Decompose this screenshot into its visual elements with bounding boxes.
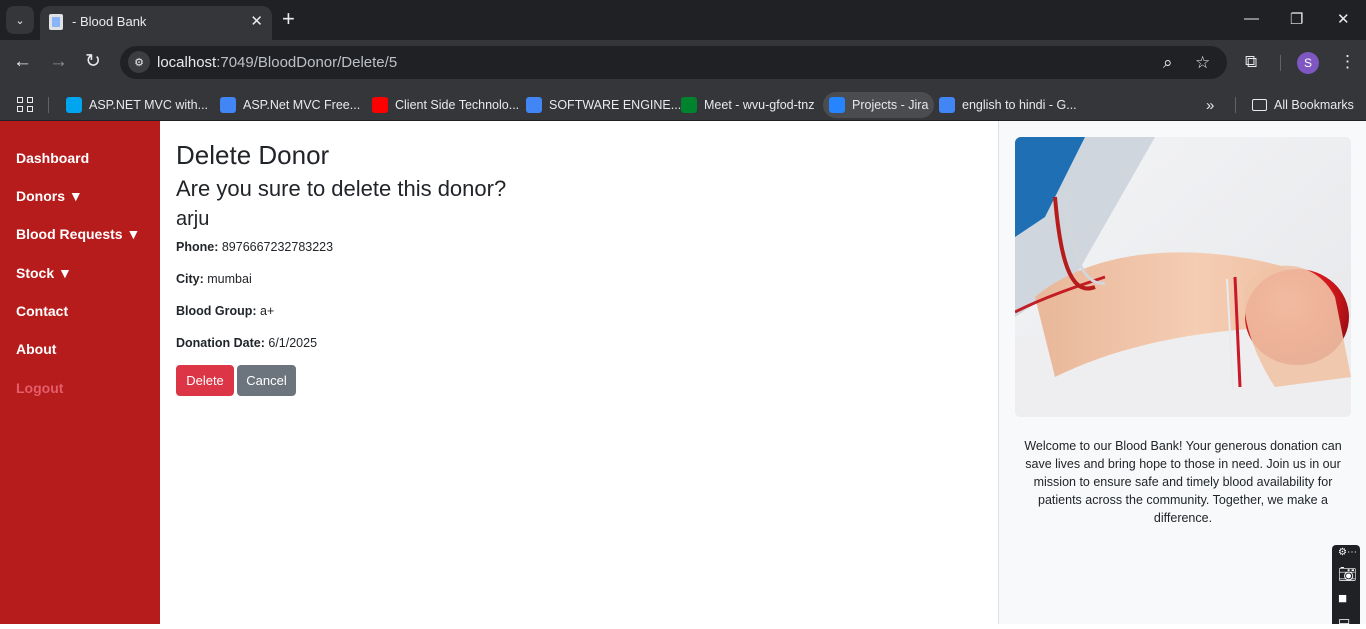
back-arrow-icon[interactable]: ← xyxy=(13,52,32,72)
sidebar-item-dashboard[interactable]: Dashboard xyxy=(16,150,89,166)
restore-icon[interactable]: ❐ xyxy=(1290,10,1303,28)
extensions-puzzle-icon[interactable]: ⧉ xyxy=(1245,52,1257,72)
screenshot-camera-icon[interactable]: 📷︎ xyxy=(1338,565,1357,583)
url-host: localhost xyxy=(157,54,217,71)
sidebar-item-donors[interactable]: Donors ▼ xyxy=(16,188,83,204)
bookmark-label: ASP.Net MVC Free... xyxy=(243,98,361,112)
bookmark-item[interactable]: ASP.Net MVC Free... xyxy=(214,92,366,118)
reload-icon[interactable]: ↻ xyxy=(85,52,101,72)
delete-button[interactable]: Delete xyxy=(176,365,234,396)
page-content: Dashboard Donors ▼ Blood Requests ▼ Stoc… xyxy=(0,121,1366,624)
forward-arrow-icon[interactable]: → xyxy=(49,52,68,72)
city-label: City: xyxy=(176,272,204,286)
blood-group-field: Blood Group: a+ xyxy=(176,304,274,318)
sidebar-item-blood-requests[interactable]: Blood Requests ▼ xyxy=(16,226,140,242)
address-bar[interactable]: ⚙ localhost:7049/BloodDonor/Delete/5 ⌕ ☆ xyxy=(120,46,1227,79)
all-bookmarks-label: All Bookmarks xyxy=(1274,98,1354,112)
right-panel: Welcome to our Blood Bank! Your generous… xyxy=(998,121,1366,624)
page-favicon-icon xyxy=(49,14,63,30)
bookmark-item[interactable]: Meet - wvu-gfod-tnz xyxy=(675,92,820,118)
bookmark-favicon-icon xyxy=(66,97,82,113)
bookmark-star-icon[interactable]: ☆ xyxy=(1195,53,1210,73)
window-capture-icon[interactable]: ▭ xyxy=(1338,613,1350,629)
bookmark-label: ASP.NET MVC with... xyxy=(89,98,209,112)
cancel-button[interactable]: Cancel xyxy=(237,365,296,396)
capture-options-icon[interactable]: ⚙⋯ xyxy=(1338,547,1357,558)
blood-group-value: a+ xyxy=(260,304,275,318)
bookmark-favicon-icon xyxy=(526,97,542,113)
bookmark-favicon-icon xyxy=(829,97,845,113)
url-text[interactable]: localhost:7049/BloodDonor/Delete/5 xyxy=(157,54,397,71)
phone-value: 8976667232783223 xyxy=(221,240,334,254)
bookmark-favicon-icon xyxy=(372,97,388,113)
donor-name: arju xyxy=(176,208,210,230)
phone-label: Phone: xyxy=(176,240,219,254)
bookmark-item[interactable]: ASP.NET MVC with... xyxy=(60,92,214,118)
phone-field: Phone: 8976667232783223 xyxy=(176,240,333,254)
city-value: mumbai xyxy=(207,272,252,286)
sidebar: Dashboard Donors ▼ Blood Requests ▼ Stoc… xyxy=(0,121,160,624)
bookmark-label: Projects - Jira xyxy=(852,98,929,112)
browser-tabstrip: ⌄ - Blood Bank ✕ + — ❐ ✕ xyxy=(0,0,1366,40)
chrome-menu-kebab-icon[interactable]: ⋮ xyxy=(1339,52,1356,72)
profile-avatar[interactable]: S xyxy=(1297,52,1319,74)
blood-group-label: Blood Group: xyxy=(176,304,257,318)
donation-date-value: 6/1/2025 xyxy=(268,336,318,350)
bookmark-item[interactable]: Client Side Technolo... xyxy=(366,92,525,118)
more-bookmarks-chevron-icon[interactable]: » xyxy=(1200,92,1220,118)
bookmark-favicon-icon xyxy=(681,97,697,113)
bookmark-label: english to hindi - G... xyxy=(962,98,1077,112)
toolbar-divider xyxy=(1280,55,1281,71)
city-field: City: mumbai xyxy=(176,272,252,286)
bookmark-label: Meet - wvu-gfod-tnz xyxy=(704,98,815,112)
donation-date-label: Donation Date: xyxy=(176,336,265,350)
bookmark-label: Client Side Technolo... xyxy=(395,98,520,112)
apps-grid-icon[interactable] xyxy=(17,97,35,113)
tab-close-icon[interactable]: ✕ xyxy=(250,12,263,30)
bookmark-item[interactable]: SOFTWARE ENGINE... xyxy=(520,92,687,118)
bookmark-favicon-icon xyxy=(220,97,236,113)
site-info-icon[interactable]: ⚙ xyxy=(128,51,150,73)
floating-capture-toolbar: ⚙⋯ 📷︎ ■ ▭ xyxy=(1332,545,1360,628)
bookmark-favicon-icon xyxy=(939,97,955,113)
video-record-icon[interactable]: ■ xyxy=(1338,590,1347,607)
page-title: Delete Donor xyxy=(176,140,330,170)
blood-donation-photo xyxy=(1015,137,1351,417)
minimize-icon[interactable]: — xyxy=(1244,10,1259,27)
folder-icon xyxy=(1252,99,1267,111)
sidebar-item-contact[interactable]: Contact xyxy=(16,303,68,319)
bookmarks-bar: ASP.NET MVC with... ASP.Net MVC Free... Cl… xyxy=(0,86,1366,121)
bookmarks-divider-2 xyxy=(1235,97,1236,113)
new-tab-plus-icon[interactable]: + xyxy=(282,7,295,31)
bookmarks-divider xyxy=(48,97,49,113)
window-close-icon[interactable]: ✕ xyxy=(1337,10,1350,28)
tab-title: - Blood Bank xyxy=(72,14,147,29)
sidebar-item-logout[interactable]: Logout xyxy=(16,380,63,396)
zoom-magnifier-icon[interactable]: ⌕ xyxy=(1163,53,1173,73)
blood-donation-illustration xyxy=(1015,137,1351,417)
bookmark-item[interactable]: english to hindi - G... xyxy=(933,92,1083,118)
sidebar-item-stock[interactable]: Stock ▼ xyxy=(16,265,72,281)
all-bookmarks-button[interactable]: All Bookmarks xyxy=(1246,92,1360,118)
welcome-text: Welcome to our Blood Bank! Your generous… xyxy=(1024,439,1342,525)
browser-tab[interactable]: - Blood Bank ✕ xyxy=(40,6,272,40)
confirm-question: Are you sure to delete this donor? xyxy=(176,176,507,201)
bookmark-item[interactable]: Projects - Jira xyxy=(823,92,935,118)
sidebar-item-about[interactable]: About xyxy=(16,341,56,357)
url-path: :7049/BloodDonor/Delete/5 xyxy=(216,54,398,71)
donation-date-field: Donation Date: 6/1/2025 xyxy=(176,336,317,350)
bookmark-label: SOFTWARE ENGINE... xyxy=(549,98,682,112)
tab-search-chevron-icon[interactable]: ⌄ xyxy=(6,6,34,34)
browser-toolbar: ← → ↻ ⚙ localhost:7049/BloodDonor/Delete… xyxy=(0,40,1366,86)
